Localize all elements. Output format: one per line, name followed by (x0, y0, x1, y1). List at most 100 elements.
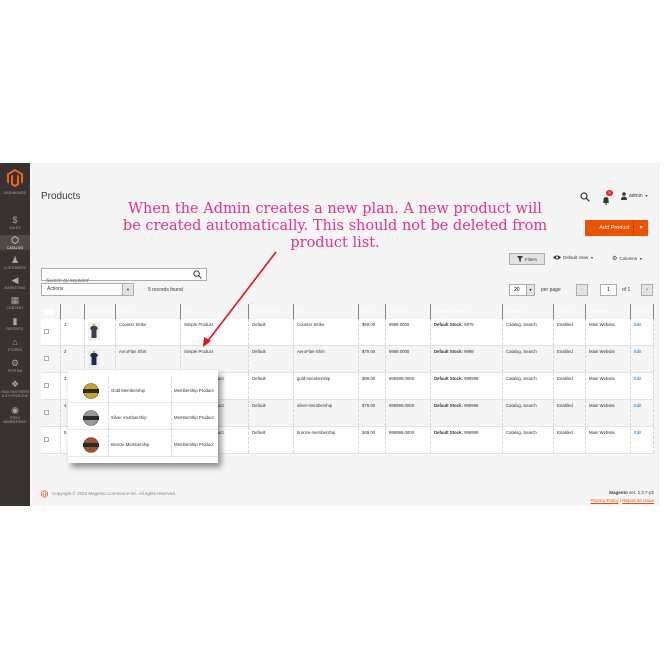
status-cell: Enabled (554, 427, 586, 453)
column-header[interactable]: Type (181, 304, 249, 319)
thumbnail-cell (85, 319, 116, 345)
sidebar-item-content[interactable]: ▦ CONTENT (0, 295, 30, 310)
keyword-search-field[interactable] (41, 268, 207, 287)
salable-quantity-cell: Default Stock: 999999 (431, 427, 503, 453)
action-cell: Edit (631, 373, 654, 399)
gear-icon: ⚙ (612, 256, 618, 262)
price-cell: $79.00 (359, 400, 386, 426)
sidebar-item-find-partners-extensions[interactable]: ❖ FIND PARTNERS & EXTENSIONS (0, 379, 30, 398)
membership-products-zoom-callout: Gold Membership Membership Product Silver … (68, 370, 218, 463)
row-checkbox[interactable] (44, 329, 49, 334)
sidebar-item-marketing[interactable]: ◀ MARKETING (0, 275, 30, 290)
row-checkbox[interactable] (44, 410, 49, 415)
sku-cell: bronze-membership (294, 427, 359, 453)
product-thumbnail[interactable] (88, 349, 100, 368)
version-label: Magento (609, 490, 628, 495)
per-page-value: 20 (514, 287, 520, 293)
type-cell: Simple Product (181, 319, 249, 345)
salable-stock-label: Default Stock: (434, 349, 463, 354)
add-product-button[interactable]: Add Product (585, 220, 638, 236)
cube-icon: ⬡ (11, 235, 19, 245)
membership-badge-icon (83, 410, 99, 426)
default-view-dropdown[interactable]: Default View ▼ (553, 255, 594, 260)
gear-icon: ⚙ (10, 358, 20, 368)
edit-link[interactable]: Edit (634, 349, 641, 354)
sidebar-item-label: CUSTOMERS (3, 266, 27, 270)
salable-quantity-cell: Default Stock: 999999 (431, 400, 503, 426)
sidebar-item-rishi-membership[interactable]: ◉ RISHI MEMBERSHIP (0, 405, 30, 424)
id-cell: 2 (61, 346, 85, 372)
websites-cell: Main Website (586, 319, 631, 345)
column-header[interactable]: Price (359, 304, 386, 319)
edit-link[interactable]: Edit (634, 376, 641, 381)
annotation-note: When the Admin creates a new plan. A new… (122, 201, 548, 251)
column-header[interactable]: Status (554, 304, 586, 319)
price-cell: $49.00 (359, 427, 386, 453)
version-number: ver. 2.3.7-p2 (628, 490, 654, 495)
edit-link[interactable]: Edit (634, 322, 641, 327)
sidebar-item-stores[interactable]: ⌂ STORES (0, 337, 30, 352)
row-checkbox[interactable] (44, 356, 49, 361)
sidebar-item-reports[interactable]: ▮ REPORTS (0, 316, 30, 331)
privacy-policy-link[interactable]: Privacy Policy (591, 498, 619, 503)
column-header[interactable]: Name (116, 304, 181, 319)
column-header[interactable]: Quantity (386, 304, 431, 319)
sidebar-item-catalog[interactable]: ⬡ CATALOG (0, 235, 30, 250)
visibility-cell: Catalog, Search (503, 373, 554, 399)
row-checkbox-cell (41, 319, 61, 345)
callout-product-type: Membership Product (174, 388, 214, 393)
next-page-button[interactable]: › (641, 284, 653, 296)
user-menu[interactable]: admin ▼ (621, 192, 648, 200)
column-header[interactable]: Action (631, 304, 654, 319)
column-header[interactable]: SKU (294, 304, 359, 319)
row-checkbox-cell (41, 427, 61, 453)
search-icon[interactable] (193, 270, 202, 279)
sidebar-item-dashboard[interactable]: DASHBOARD (0, 191, 30, 195)
status-cell: Enabled (554, 400, 586, 426)
price-cell: $99.00 (359, 373, 386, 399)
qty-cell: 999999.0000 (386, 427, 431, 453)
column-header[interactable]: Visibility (503, 304, 554, 319)
action-cell: Edit (631, 346, 654, 372)
sidebar-item-sales[interactable]: $ SALES (0, 215, 30, 230)
report-issue-link[interactable]: Report an Issue (622, 498, 654, 503)
action-cell: Edit (631, 400, 654, 426)
columns-dropdown[interactable]: ⚙ Columns ▼ (612, 255, 643, 262)
mass-actions-select[interactable]: Actions ▼ (41, 283, 134, 296)
add-product-dropdown-toggle[interactable]: ▼ (633, 220, 648, 236)
per-page-select[interactable]: 20 ▼ (509, 284, 535, 296)
column-divider (108, 403, 109, 430)
page-number-input[interactable]: 1 (600, 284, 617, 296)
search-icon[interactable] (580, 192, 590, 202)
row-checkbox[interactable] (44, 437, 49, 442)
filters-button[interactable]: Filters (509, 253, 545, 265)
column-header[interactable]: Websites (586, 304, 631, 319)
column-divider (171, 430, 172, 457)
notifications-button[interactable]: 5 (602, 190, 613, 205)
actions-label: Actions (47, 286, 64, 292)
table-row[interactable]: 1 Counter Strike Simple Product Default Coun… (41, 319, 654, 346)
filters-label: Filters (524, 256, 538, 262)
row-checkbox[interactable] (44, 383, 49, 388)
footer-links: Privacy Policy | Report an Issue (591, 498, 655, 503)
previous-page-button[interactable]: ‹ (576, 284, 588, 296)
attr-cell: Default (249, 346, 294, 372)
select-all-checkbox[interactable] (41, 304, 61, 319)
edit-link[interactable]: Edit (634, 430, 641, 435)
sidebar-item-customers[interactable]: ♟ CUSTOMERS (0, 255, 30, 270)
column-header[interactable]: ID (61, 304, 85, 319)
column-header[interactable]: Attribute Set (249, 304, 294, 319)
notification-count-badge: 5 (606, 190, 613, 196)
sku-cell: AeroFlan-Shirt (294, 346, 359, 372)
edit-link[interactable]: Edit (634, 403, 641, 408)
attr-cell: Default (249, 400, 294, 426)
salable-stock-value: 999998 (464, 376, 479, 381)
column-header[interactable]: Thumbnail (85, 304, 116, 319)
sidebar-item-system[interactable]: ⚙ SYSTEM (0, 358, 30, 373)
magento-logo-icon[interactable] (7, 169, 23, 187)
table-row[interactable]: 2 AeroFlan Shirt Simple Product Default Aero… (41, 346, 654, 373)
callout-row: Silver membership Membership Product (68, 403, 218, 430)
chevron-down-icon: ▼ (638, 225, 644, 231)
column-header[interactable]: Salable Quantity (431, 304, 503, 319)
product-thumbnail[interactable] (88, 322, 100, 341)
